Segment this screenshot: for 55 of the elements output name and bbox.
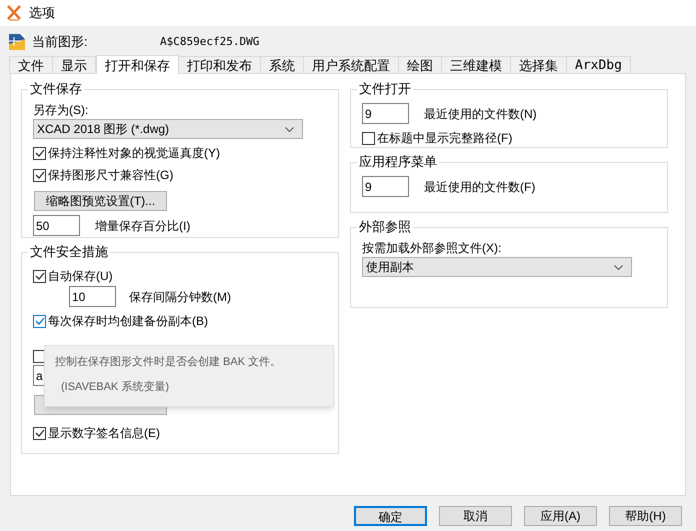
window-title: 选项	[29, 4, 55, 22]
checkbox-label: 显示数字签名信息(E)	[48, 425, 160, 442]
dialog-button[interactable]: 应用(A)	[524, 506, 597, 526]
tooltip-text: (ISAVEBAK 系统变量)	[60, 380, 170, 395]
group-title: 外部参照	[357, 219, 413, 235]
checkbox[interactable]	[362, 132, 375, 144]
group-title: 文件安全措施	[28, 244, 110, 260]
tab[interactable]: 用户系统配置	[303, 56, 399, 73]
field-label: 增量保存百分比(I)	[94, 218, 190, 234]
tab[interactable]: 打印和发布	[178, 56, 261, 73]
field-label: 最近使用的文件数(F)	[423, 178, 536, 196]
field-label: 保存间隔分钟数(M)	[128, 288, 231, 306]
checkbox[interactable]	[33, 270, 46, 282]
dropdown[interactable]: XCAD 2018 图形 (*.dwg)	[33, 119, 303, 139]
button[interactable]: 缩略图预览设置(T)...	[34, 191, 167, 211]
tab[interactable]: 打开和保存	[96, 55, 179, 74]
tab[interactable]: 文件	[9, 56, 53, 73]
tab[interactable]: 三维建模	[441, 56, 511, 73]
field-label: 另存为(S):	[33, 102, 90, 118]
checkbox[interactable]	[33, 426, 46, 440]
input-field[interactable]: 10	[69, 286, 116, 307]
input-field[interactable]: 9	[362, 176, 409, 197]
checkbox[interactable]	[33, 168, 46, 182]
dialog-button[interactable]: 帮助(H)	[609, 506, 682, 526]
group-title: 文件打开	[357, 81, 413, 97]
dialog-button[interactable]: 取消	[439, 506, 512, 526]
checkbox-label: 自动保存(U)	[48, 268, 113, 285]
tab[interactable]: 选择集	[510, 56, 567, 73]
dropdown-value: 使用副本	[366, 259, 414, 276]
checkbox-label: 保持注释性对象的视觉逼真度(Y)	[48, 145, 220, 162]
group-title: 文件保存	[28, 81, 84, 97]
current-drawing-name: A$C859ecf25.DWG	[160, 34, 260, 50]
checkbox[interactable]	[33, 314, 46, 328]
group-title: 应用程序菜单	[357, 154, 439, 170]
tab[interactable]: ArxDbg	[566, 56, 631, 73]
chevron-down-icon	[285, 126, 294, 132]
checkbox-label: 保持图形尺寸兼容性(G)	[48, 167, 174, 184]
tab[interactable]: 绘图	[398, 56, 442, 73]
drawing-file-icon	[9, 34, 25, 50]
dropdown[interactable]: 使用副本	[362, 257, 632, 277]
dialog-button[interactable]: 确定	[354, 506, 427, 526]
checkbox-label: 在标题中显示完整路径(F)	[377, 130, 512, 147]
tooltip-text: 控制在保存图形文件时是否会创建 BAK 文件。	[55, 354, 282, 370]
field-label: 按需加载外部参照文件(X):	[362, 240, 502, 256]
dropdown-value: XCAD 2018 图形 (*.dwg)	[37, 121, 170, 138]
field-label: 最近使用的文件数(N)	[423, 106, 537, 122]
app-logo-icon	[7, 5, 21, 21]
current-drawing-label: 当前图形:	[32, 33, 89, 52]
tab[interactable]: 显示	[52, 56, 96, 73]
input-field[interactable]: 9	[362, 103, 409, 124]
checkbox[interactable]	[33, 146, 46, 160]
input-field[interactable]: 50	[33, 215, 80, 236]
checkbox-label: 每次保存时均创建备份副本(B)	[48, 313, 208, 330]
chevron-down-icon	[614, 264, 623, 270]
tab[interactable]: 系统	[260, 56, 304, 73]
